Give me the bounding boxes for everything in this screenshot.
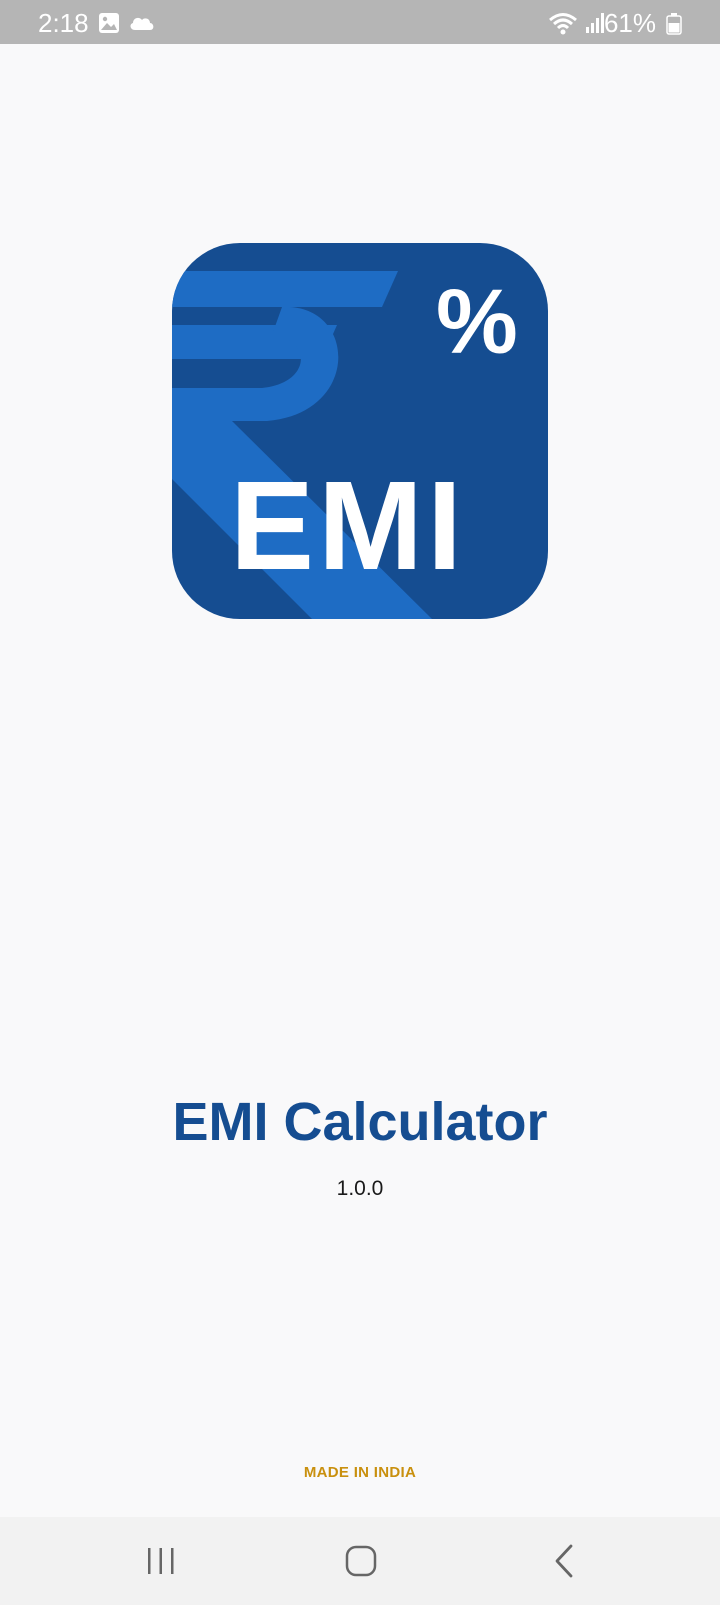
home-button[interactable] <box>331 1531 391 1591</box>
status-bar: 2:18 61% <box>0 0 720 44</box>
splash-screen: 2:18 61% % EMI EMI Calculator 1.0.0 MADE… <box>0 0 720 1605</box>
cloud-icon <box>128 14 156 36</box>
battery-percent: 61% <box>603 8 656 38</box>
navigation-bar <box>0 1517 720 1605</box>
status-time: 2:18 <box>38 8 89 38</box>
signal-icon <box>584 12 606 34</box>
wifi-icon <box>548 12 578 35</box>
logo-percent-symbol: % <box>436 271 518 373</box>
logo-emi-text: EMI <box>230 455 466 596</box>
battery-icon <box>666 13 682 35</box>
made-in-label: MADE IN INDIA <box>303 1464 417 1481</box>
back-icon <box>555 1544 573 1578</box>
app-logo: % EMI <box>172 243 548 619</box>
app-title: EMI Calculator <box>172 1092 548 1152</box>
image-icon <box>98 12 122 34</box>
recent-apps-icon <box>148 1548 174 1574</box>
back-button[interactable] <box>534 1531 594 1591</box>
recent-apps-button[interactable] <box>131 1531 191 1591</box>
app-version: 1.0.0 <box>336 1177 384 1200</box>
home-icon <box>345 1545 377 1577</box>
